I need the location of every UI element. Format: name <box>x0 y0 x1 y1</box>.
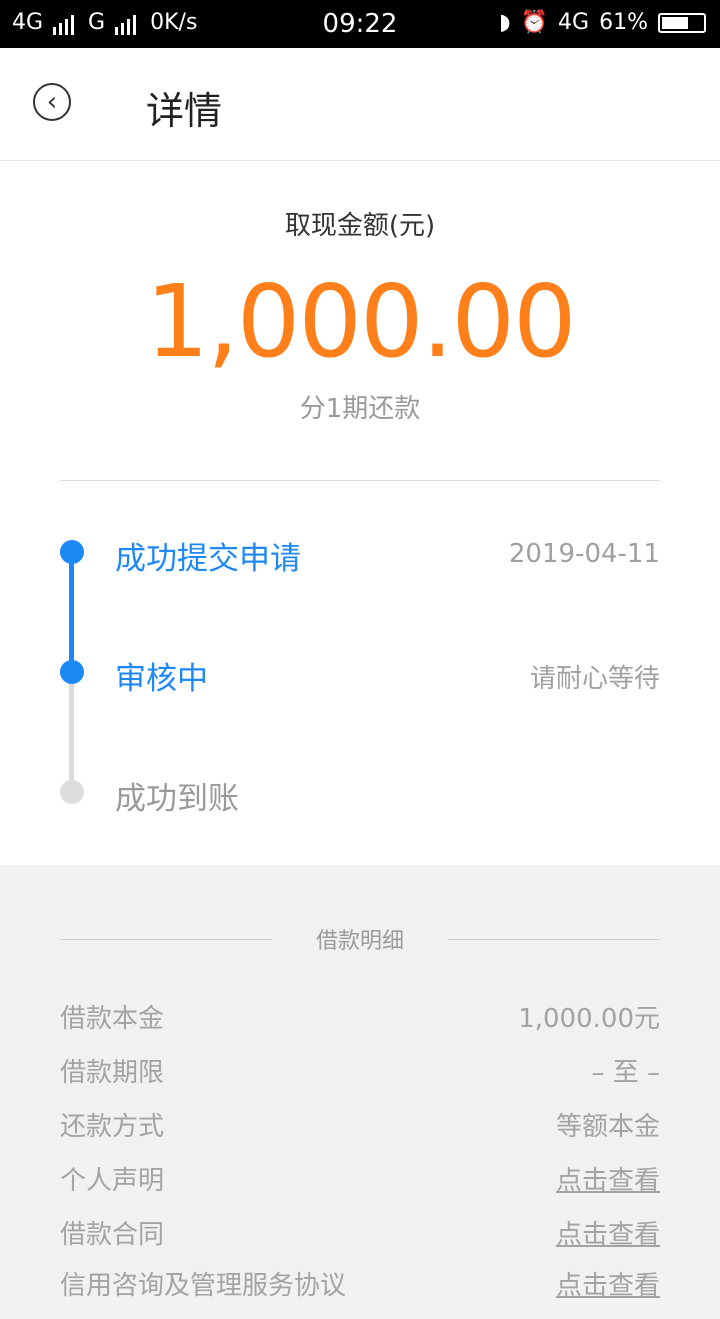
timeline-step-reviewing: 审核中 <box>115 661 208 697</box>
amount-label: 取现金额(元) <box>284 211 436 241</box>
timeline-dot-1 <box>60 540 84 564</box>
page-title: 详情 <box>146 89 223 133</box>
battery-icon <box>658 12 706 33</box>
timeline-step-date: 2019-04-11 <box>508 539 660 569</box>
detail-value: 1,000.00元 <box>518 1004 660 1034</box>
loan-details: 借款明细 借款本金 1,000.00元 借款期限 – 至 – 还款方式 等额本金… <box>0 865 720 1301</box>
detail-key: 信用咨询及管理服务协议 <box>60 1271 347 1301</box>
detail-row-principal: 借款本金 1,000.00元 <box>60 998 660 1052</box>
detail-value: – 至 – <box>591 1058 660 1088</box>
timeline-line-active <box>69 552 74 672</box>
detail-row-contract: 借款合同 点击查看 <box>60 1214 660 1268</box>
detail-value: 等额本金 <box>555 1112 660 1142</box>
detail-row-statement: 个人声明 点击查看 <box>60 1160 660 1214</box>
divider <box>60 480 660 481</box>
detail-row-credit-agreement: 信用咨询及管理服务协议 点击查看 <box>60 1265 660 1319</box>
installment-text: 分1期还款 <box>299 394 421 424</box>
amount-value: 1,000.00 <box>145 263 576 380</box>
timeline-dot-2 <box>60 660 84 684</box>
detail-key: 借款合同 <box>60 1220 165 1250</box>
timeline-dot-3 <box>60 780 84 804</box>
timeline-line-pending <box>69 672 74 792</box>
system-icons: ◗ ⏰ 4G 61% <box>499 10 706 35</box>
view-credit-agreement-link[interactable]: 点击查看 <box>556 1265 660 1302</box>
status-bar: 4G G 0K/s 09:22 ◗ ⏰ 4G 61% <box>0 0 720 48</box>
detail-key: 借款期限 <box>60 1058 165 1088</box>
detail-row-term: 借款期限 – 至 – <box>60 1052 660 1106</box>
section-line-right <box>448 939 660 940</box>
alarm-icon: ⏰ <box>520 10 549 35</box>
back-arrow-icon[interactable]: ‹ <box>33 83 71 121</box>
timeline-step-note: 请耐心等待 <box>529 664 660 694</box>
view-contract-link[interactable]: 点击查看 <box>556 1214 660 1251</box>
timeline-step-submitted: 成功提交申请 <box>115 541 301 577</box>
detail-row-repayment: 还款方式 等额本金 <box>60 1106 660 1160</box>
battery-percent: 61% <box>599 10 648 35</box>
moon-icon: ◗ <box>499 10 511 35</box>
detail-key: 个人声明 <box>60 1166 165 1196</box>
timeline-step-arrived: 成功到账 <box>115 781 239 817</box>
detail-key: 借款本金 <box>60 1004 165 1034</box>
nav-bar: ‹ 详情 <box>0 48 720 161</box>
network-type-3: 4G <box>558 10 590 35</box>
detail-key: 还款方式 <box>60 1112 165 1142</box>
view-statement-link[interactable]: 点击查看 <box>556 1160 660 1197</box>
summary-card: 取现金额(元) 1,000.00 分1期还款 成功提交申请 2019-04-11… <box>0 161 720 865</box>
